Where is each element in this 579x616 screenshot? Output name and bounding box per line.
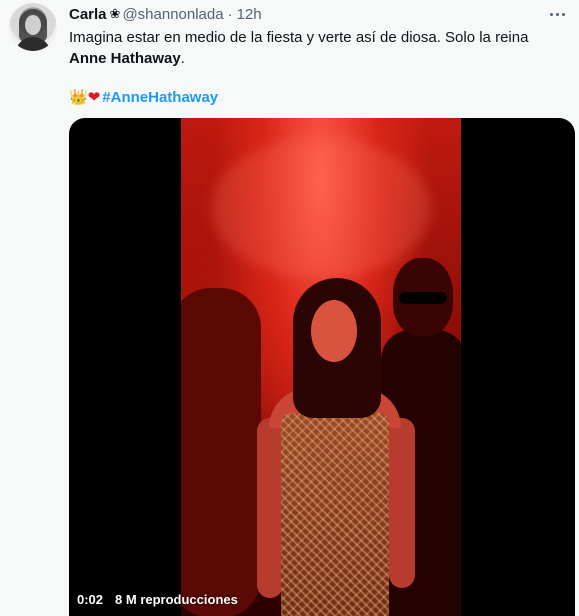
tweet-text-period: . — [180, 50, 185, 67]
tweet-text-bold: Anne Hathaway — [69, 50, 181, 67]
tweet-tags: 👑 ❤ #AnneHathaway — [69, 86, 218, 108]
video-overlay: 0:02 8 M reproducciones — [77, 588, 238, 610]
video-view-count: 8 M reproducciones — [115, 591, 238, 607]
video-frame[interactable] — [181, 118, 461, 616]
author-name[interactable]: Carla — [69, 6, 107, 23]
tweet-text-line1: Imagina estar en medio de la fiesta y ve… — [69, 29, 529, 46]
more-horizontal-icon — [549, 12, 553, 16]
video-crowd-figure — [181, 288, 261, 616]
video-ceiling-lights — [211, 138, 431, 278]
video-elapsed-time: 0:02 — [77, 591, 104, 607]
tweet-text: Imagina estar en medio de la fiesta y ve… — [69, 27, 564, 69]
tweet-header: Carla ❀ @shannonlada · 12h — [69, 4, 262, 24]
avatar[interactable] — [9, 3, 57, 51]
video-woman-figure — [251, 278, 421, 616]
author-handle[interactable]: @shannonlada — [122, 6, 223, 23]
separator-dot: · — [227, 5, 233, 23]
sequin-dress — [281, 413, 389, 616]
heart-emoji-icon: ❤ — [87, 89, 101, 106]
hashtag-link[interactable]: #AnneHathaway — [102, 89, 218, 106]
flower-icon: ❀ — [109, 6, 121, 21]
video-player[interactable]: 0:02 8 M reproducciones — [69, 118, 575, 616]
avatar-face — [25, 15, 41, 35]
crown-emoji-icon: 👑 — [69, 89, 88, 106]
more-options-button[interactable] — [547, 4, 567, 24]
tweet-timestamp[interactable]: 12h — [237, 6, 262, 23]
